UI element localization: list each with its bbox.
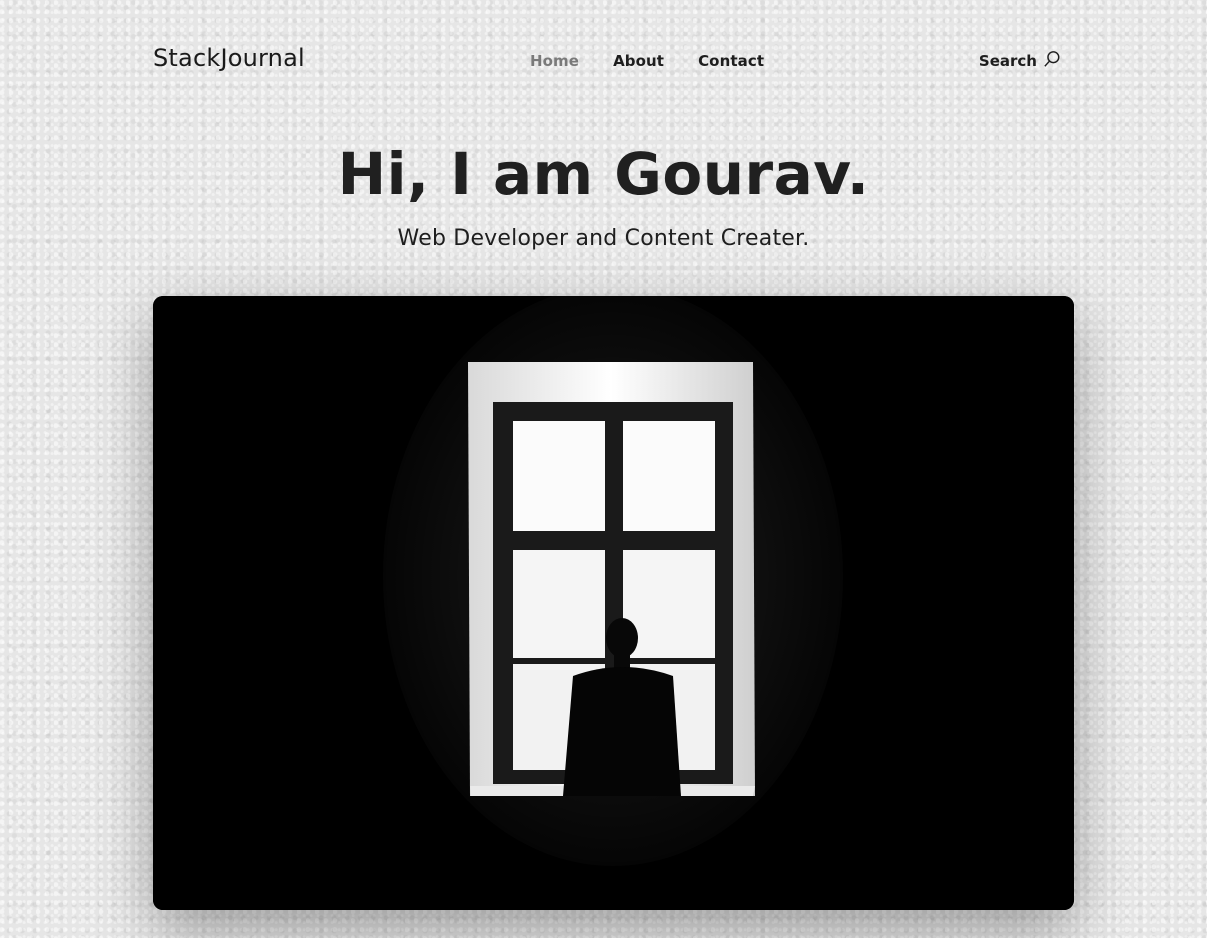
- hero-image: [153, 296, 1074, 910]
- nav-about-link[interactable]: About: [613, 52, 664, 70]
- hero-title: Hi, I am Gourav.: [337, 140, 870, 208]
- nav-home-link[interactable]: Home: [530, 52, 579, 70]
- main-nav: Home About Contact: [530, 52, 764, 70]
- search-icon: [1043, 50, 1061, 72]
- site-header: StackJournal Home About Contact Search: [153, 40, 1061, 82]
- nav-contact-link[interactable]: Contact: [698, 52, 764, 70]
- brand-logo[interactable]: StackJournal: [153, 44, 305, 72]
- window-silhouette-photo: [153, 296, 1074, 910]
- search-button[interactable]: Search: [979, 50, 1061, 72]
- hero-subtitle: Web Developer and Content Creater.: [397, 226, 810, 251]
- search-label: Search: [978, 52, 1037, 70]
